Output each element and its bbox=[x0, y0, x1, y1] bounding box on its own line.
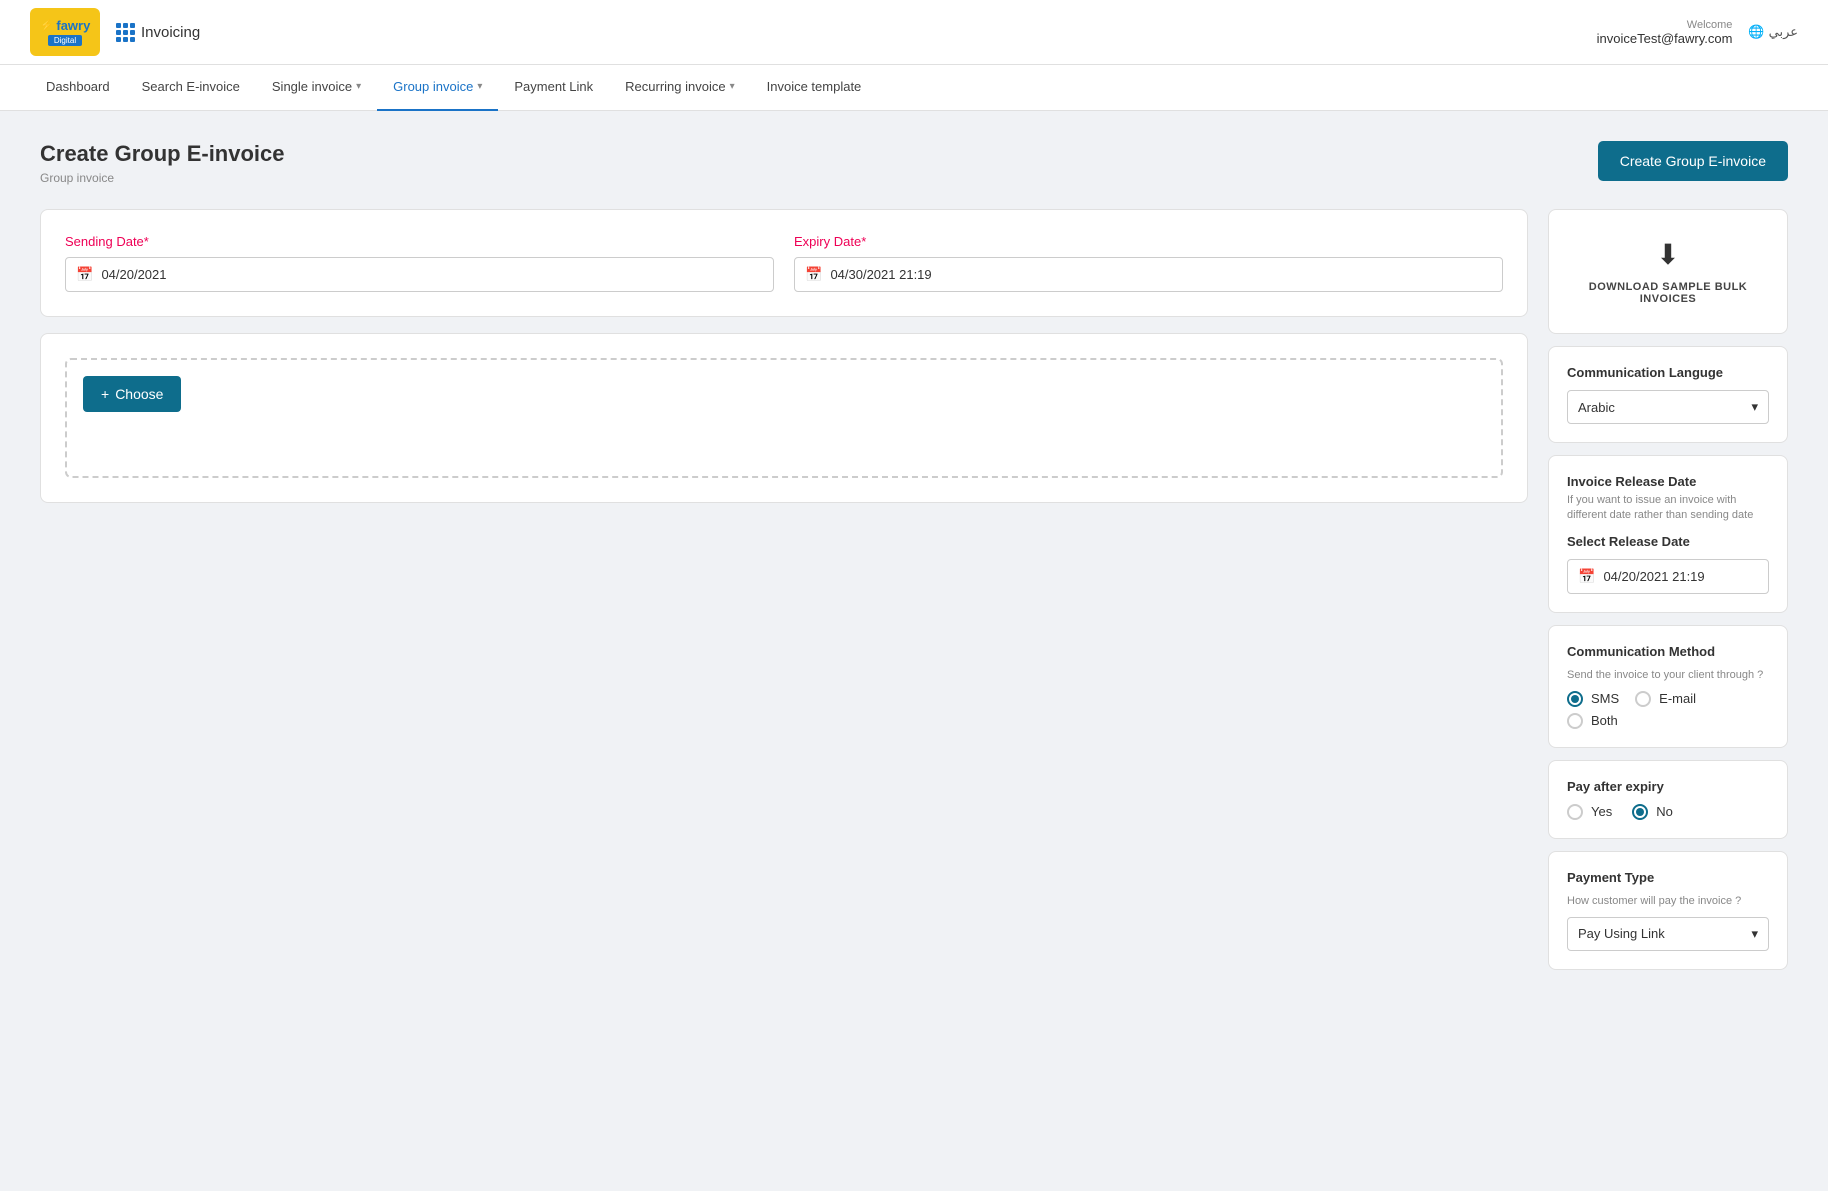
expiry-date-input-wrap[interactable]: 📅 bbox=[794, 257, 1503, 292]
pay-expiry-title: Pay after expiry bbox=[1567, 779, 1769, 794]
payment-type-card: Payment Type How customer will pay the i… bbox=[1548, 851, 1788, 970]
nav-recurring-invoice[interactable]: Recurring invoice ▾ bbox=[609, 65, 750, 111]
upload-card: + Choose bbox=[40, 333, 1528, 503]
both-radio-button[interactable] bbox=[1567, 713, 1583, 729]
sms-label: SMS bbox=[1591, 691, 1619, 706]
yes-radio-button[interactable] bbox=[1567, 804, 1583, 820]
release-date-card: Invoice Release Date If you want to issu… bbox=[1548, 455, 1788, 613]
chevron-down-icon: ▾ bbox=[730, 81, 735, 92]
grid-icon bbox=[116, 23, 135, 42]
nav-search-einvoice[interactable]: Search E-invoice bbox=[126, 65, 256, 111]
yes-label: Yes bbox=[1591, 804, 1612, 819]
chevron-down-icon: ▾ bbox=[356, 81, 361, 92]
pay-expiry-card: Pay after expiry Yes No bbox=[1548, 760, 1788, 839]
comm-language-select[interactable]: Arabic ▾ bbox=[1567, 390, 1769, 424]
plus-icon: + bbox=[101, 386, 109, 402]
comm-method-radio-group: SMS E-mail Both bbox=[1567, 691, 1769, 729]
download-area[interactable]: ⬇ DOWNLOAD SAMPLE BULK INVOICES bbox=[1567, 228, 1769, 315]
create-group-einvoice-button[interactable]: Create Group E-invoice bbox=[1598, 141, 1788, 181]
comm-language-label: Communication Languge bbox=[1567, 365, 1769, 380]
payment-type-desc: How customer will pay the invoice ? bbox=[1567, 895, 1769, 907]
chevron-down-icon: ▾ bbox=[1751, 926, 1758, 942]
logo-sub: Digital bbox=[48, 35, 82, 46]
payment-type-title: Payment Type bbox=[1567, 870, 1769, 885]
chevron-down-icon: ▾ bbox=[1751, 399, 1758, 415]
chevron-down-icon: ▾ bbox=[477, 81, 482, 92]
comm-method-card: Communication Method Send the invoice to… bbox=[1548, 625, 1788, 748]
payment-type-value: Pay Using Link bbox=[1578, 926, 1665, 941]
page-header: Create Group E-invoice Group invoice Cre… bbox=[40, 141, 1788, 185]
expiry-date-label: Expiry Date* bbox=[794, 234, 1503, 249]
comm-language-value: Arabic bbox=[1578, 400, 1615, 415]
logo-text: fawry bbox=[56, 18, 90, 33]
welcome-block: Welcome invoiceTest@fawry.com bbox=[1597, 19, 1733, 46]
sending-date-label: Sending Date* bbox=[65, 234, 774, 249]
nav-single-invoice[interactable]: Single invoice ▾ bbox=[256, 65, 377, 111]
email-radio-button[interactable] bbox=[1635, 691, 1651, 707]
nav-invoice-template[interactable]: Invoice template bbox=[751, 65, 878, 111]
language-button[interactable]: 🌐 عربي bbox=[1748, 24, 1798, 40]
nav-dashboard[interactable]: Dashboard bbox=[30, 65, 126, 111]
release-date-input[interactable] bbox=[1603, 569, 1758, 584]
lang-label: عربي bbox=[1769, 24, 1798, 40]
header-left: ⚡ fawry Digital Invoicing bbox=[30, 8, 200, 56]
download-sample-card[interactable]: ⬇ DOWNLOAD SAMPLE BULK INVOICES bbox=[1548, 209, 1788, 334]
comm-language-card: Communication Languge Arabic ▾ bbox=[1548, 346, 1788, 443]
fawry-logo: ⚡ fawry Digital bbox=[30, 8, 100, 56]
both-label: Both bbox=[1591, 713, 1618, 728]
breadcrumb: Group invoice bbox=[40, 171, 285, 185]
payment-type-select[interactable]: Pay Using Link ▾ bbox=[1567, 917, 1769, 951]
nav-payment-link[interactable]: Payment Link bbox=[498, 65, 609, 111]
globe-icon: 🌐 bbox=[1748, 24, 1764, 40]
left-panel: Sending Date* 📅 Expiry Date* 📅 bbox=[40, 209, 1528, 503]
sms-radio-button[interactable] bbox=[1567, 691, 1583, 707]
invoicing-label: Invoicing bbox=[116, 23, 200, 42]
welcome-email: invoiceTest@fawry.com bbox=[1597, 31, 1733, 46]
content-layout: Sending Date* 📅 Expiry Date* 📅 bbox=[40, 209, 1788, 982]
nav-group-invoice[interactable]: Group invoice ▾ bbox=[377, 65, 498, 111]
comm-method-desc: Send the invoice to your client through … bbox=[1567, 669, 1769, 681]
upload-area: + Choose bbox=[65, 358, 1503, 478]
select-release-label: Select Release Date bbox=[1567, 534, 1769, 549]
sms-radio-row[interactable]: SMS bbox=[1567, 691, 1619, 707]
calendar-icon: 📅 bbox=[76, 266, 93, 283]
dates-row: Sending Date* 📅 Expiry Date* 📅 bbox=[65, 234, 1503, 292]
expiry-date-field: Expiry Date* 📅 bbox=[794, 234, 1503, 292]
expiry-date-input[interactable] bbox=[830, 267, 1492, 282]
release-date-input-wrap[interactable]: 📅 bbox=[1567, 559, 1769, 594]
header-right: Welcome invoiceTest@fawry.com 🌐 عربي bbox=[1597, 19, 1798, 46]
welcome-label: Welcome bbox=[1597, 19, 1733, 31]
release-date-desc: If you want to issue an invoice with dif… bbox=[1567, 493, 1769, 524]
calendar-icon: 📅 bbox=[805, 266, 822, 283]
invoicing-text: Invoicing bbox=[141, 24, 200, 41]
choose-button[interactable]: + Choose bbox=[83, 376, 181, 412]
dates-card: Sending Date* 📅 Expiry Date* 📅 bbox=[40, 209, 1528, 317]
sending-date-field: Sending Date* 📅 bbox=[65, 234, 774, 292]
email-label: E-mail bbox=[1659, 691, 1696, 706]
no-label: No bbox=[1656, 804, 1673, 819]
no-radio-row[interactable]: No bbox=[1632, 804, 1673, 820]
navbar: Dashboard Search E-invoice Single invoic… bbox=[0, 65, 1828, 111]
calendar-icon: 📅 bbox=[1578, 568, 1595, 585]
header: ⚡ fawry Digital Invoicing Welcome invoic… bbox=[0, 0, 1828, 65]
sending-date-input-wrap[interactable]: 📅 bbox=[65, 257, 774, 292]
yes-radio-row[interactable]: Yes bbox=[1567, 804, 1612, 820]
sending-date-input[interactable] bbox=[101, 267, 763, 282]
page-title: Create Group E-invoice bbox=[40, 141, 285, 167]
email-radio-row[interactable]: E-mail bbox=[1635, 691, 1696, 707]
download-label: DOWNLOAD SAMPLE BULK INVOICES bbox=[1567, 281, 1769, 305]
main-content: Create Group E-invoice Group invoice Cre… bbox=[0, 111, 1828, 1012]
download-icon: ⬇ bbox=[1656, 238, 1679, 271]
both-radio-row[interactable]: Both bbox=[1567, 713, 1769, 729]
release-date-title: Invoice Release Date bbox=[1567, 474, 1769, 489]
page-title-block: Create Group E-invoice Group invoice bbox=[40, 141, 285, 185]
right-panel: ⬇ DOWNLOAD SAMPLE BULK INVOICES Communic… bbox=[1548, 209, 1788, 982]
no-radio-button[interactable] bbox=[1632, 804, 1648, 820]
comm-method-title: Communication Method bbox=[1567, 644, 1769, 659]
